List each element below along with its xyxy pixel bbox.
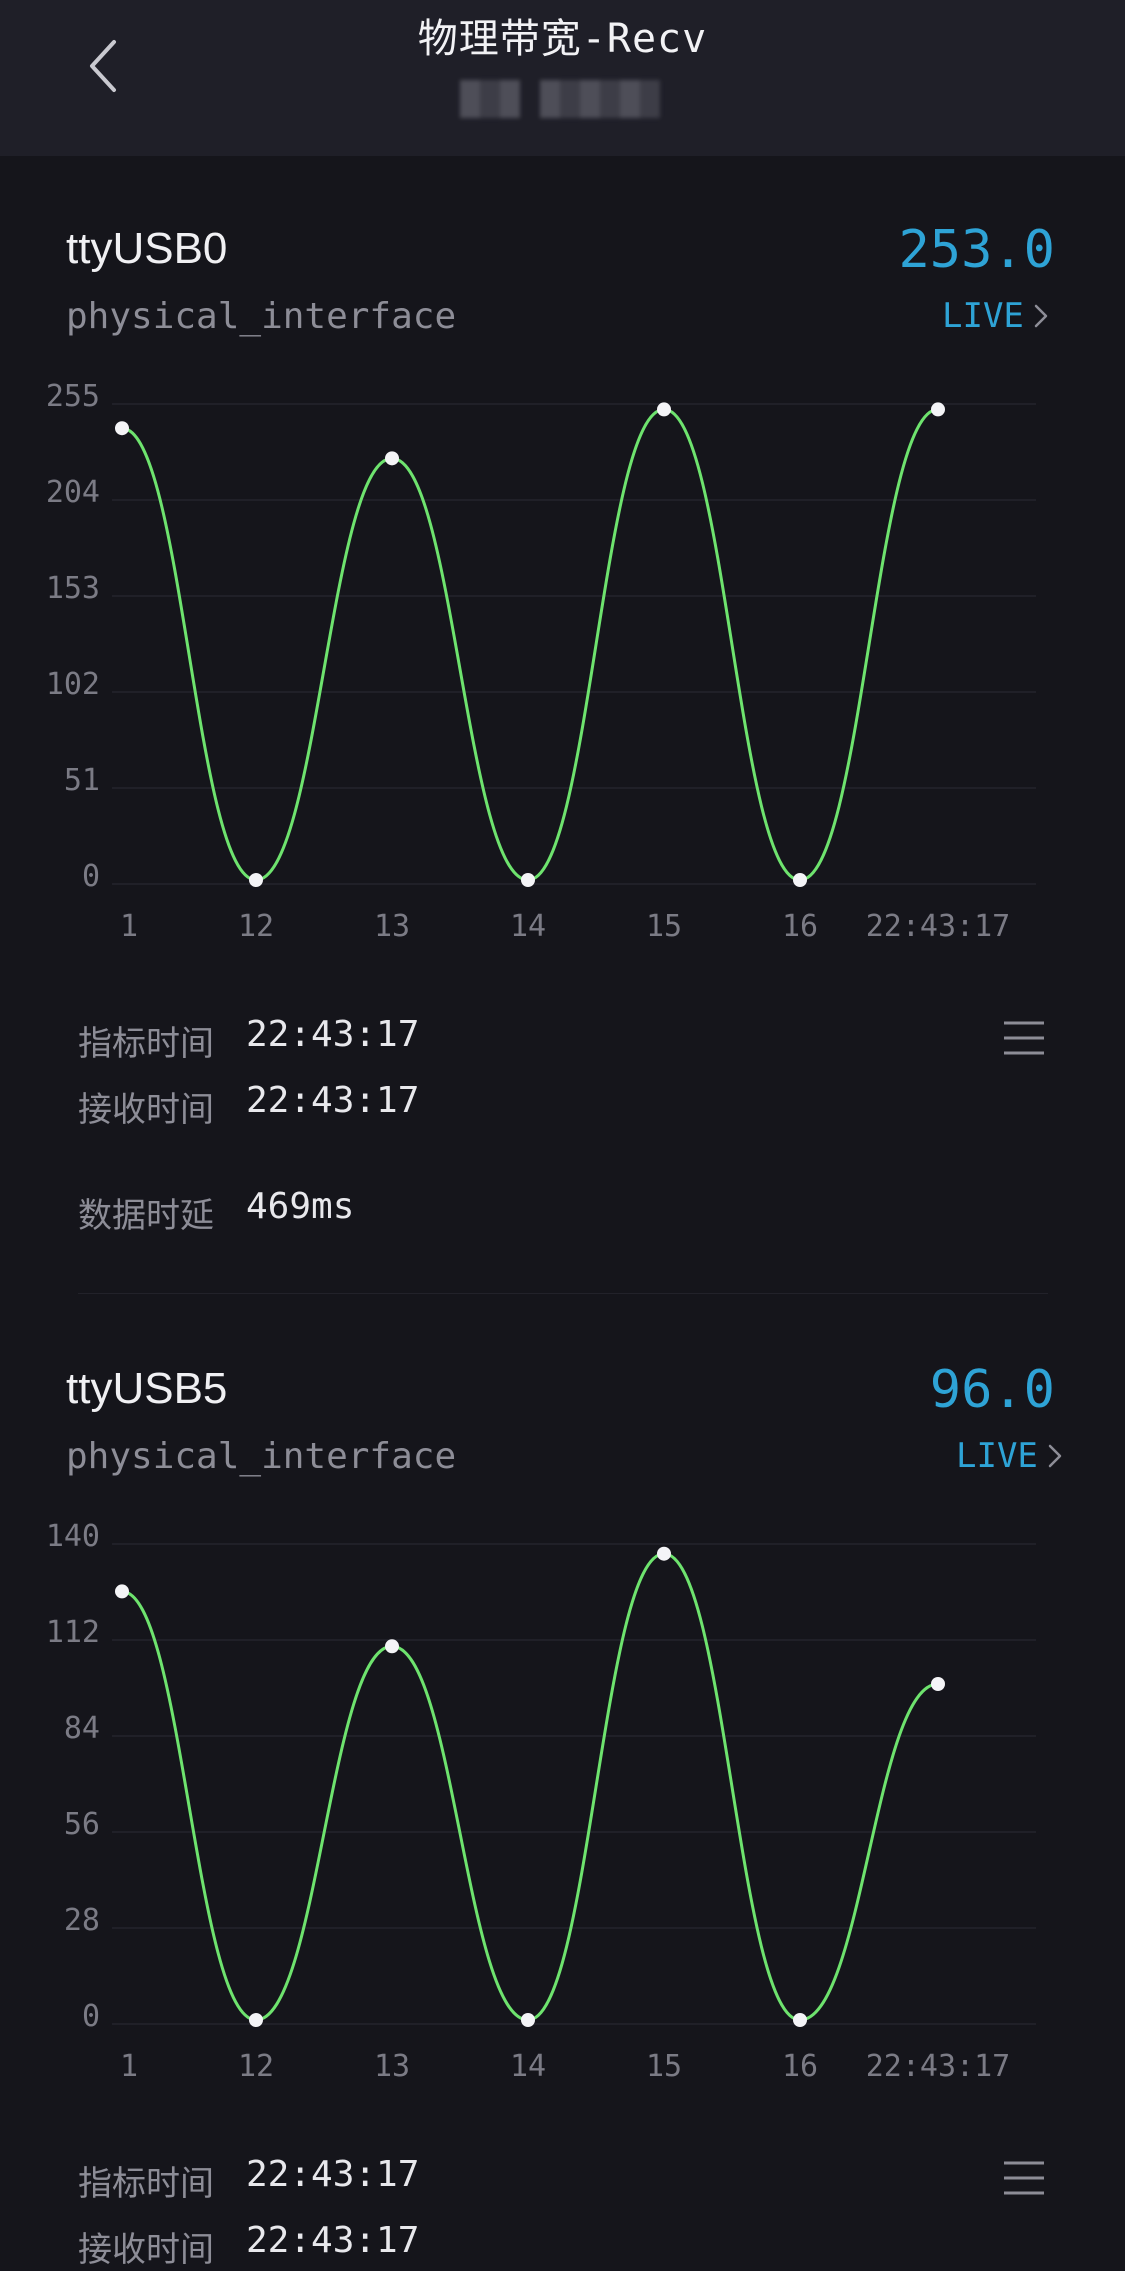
- y-tick-label: 84: [64, 1711, 100, 1746]
- data-point: [793, 873, 807, 887]
- series-line: [121, 407, 939, 882]
- current-value: 96.0: [929, 1360, 1055, 1420]
- live-link[interactable]: LIVE: [956, 1436, 1062, 1476]
- x-tick-label: 14: [510, 909, 546, 944]
- bandwidth-line-chart: 02856841121401 12 13 14 15 16 22:43:17: [46, 1519, 1036, 2084]
- metric-card: ttyUSB5 96.0 physical_interface LIVE 0 28…: [0, 1296, 1125, 2271]
- x-tick-label: 15: [646, 909, 682, 944]
- series-line: [121, 1552, 939, 2022]
- menu-icon[interactable]: [1002, 2160, 1046, 2196]
- live-link[interactable]: LIVE: [942, 296, 1048, 336]
- x-tick-label: 12: [238, 2049, 274, 2084]
- data-delay-value: 469ms: [246, 1186, 355, 1227]
- y-tick-label: 153: [46, 571, 100, 606]
- metric-time-label: 指标时间: [78, 2164, 214, 2204]
- x-tick-label: 22:43:17: [866, 909, 1011, 944]
- metric-time-value: 22:43:17: [246, 2154, 420, 2195]
- y-tick-label: 0: [82, 859, 100, 894]
- receive-time-value: 22:43:17: [246, 1080, 420, 1121]
- metric-time-value: 22:43:17: [246, 1014, 420, 1055]
- receive-time-label: 接收时间: [78, 1090, 214, 1130]
- x-tick-label: 16: [782, 2049, 818, 2084]
- y-tick-label: 0: [82, 1999, 100, 2034]
- receive-time-label: 接收时间: [78, 2230, 214, 2270]
- y-tick-label: 140: [46, 1519, 100, 1554]
- data-point: [521, 2013, 535, 2027]
- device-name: ttyUSB5: [66, 1364, 228, 1413]
- live-label: LIVE: [942, 296, 1024, 336]
- current-value: 253.0: [898, 220, 1055, 280]
- data-delay-label: 数据时延: [78, 1196, 214, 1236]
- redacted-subtitle: [540, 80, 660, 118]
- data-point: [657, 402, 671, 417]
- top-bar: 物理带宽-Recv: [0, 0, 1125, 156]
- data-point: [521, 873, 535, 887]
- data-point: [249, 2013, 263, 2027]
- divider: [78, 1293, 1048, 1294]
- data-point: [931, 1677, 945, 1691]
- data-point: [385, 1639, 399, 1654]
- interface-label: physical_interface: [66, 1436, 457, 1477]
- data-point: [931, 402, 945, 417]
- x-tick-label: 14: [510, 2049, 546, 2084]
- data-point: [115, 421, 129, 436]
- data-point: [385, 451, 399, 466]
- y-tick-label: 112: [46, 1615, 100, 1650]
- x-tick-label: 1: [120, 2049, 138, 2084]
- x-tick-label: 12: [238, 909, 274, 944]
- x-tick-label: 13: [374, 2049, 410, 2084]
- x-tick-label: 16: [782, 909, 818, 944]
- x-tick-label: 15: [646, 2049, 682, 2084]
- data-point: [793, 2013, 807, 2027]
- x-tick-label: 1: [120, 909, 138, 944]
- y-tick-label: 255: [46, 379, 100, 414]
- y-tick-label: 204: [46, 475, 100, 510]
- live-label: LIVE: [956, 1436, 1038, 1476]
- interface-label: physical_interface: [66, 296, 457, 337]
- x-tick-label: 22:43:17: [866, 2049, 1011, 2084]
- metric-card: ttyUSB0 253.0 physical_interface LIVE 0 5…: [0, 156, 1125, 1296]
- page-title: 物理带宽-Recv: [417, 16, 708, 62]
- receive-time-value: 22:43:17: [246, 2220, 420, 2261]
- data-point: [115, 1584, 129, 1599]
- chevron-right-icon: [1034, 304, 1048, 328]
- y-tick-label: 56: [64, 1807, 100, 1842]
- redacted-subtitle: [460, 80, 520, 118]
- y-tick-label: 28: [64, 1903, 100, 1938]
- data-point: [657, 1546, 671, 1561]
- metric-time-label: 指标时间: [78, 1024, 214, 1064]
- x-tick-label: 13: [374, 909, 410, 944]
- bandwidth-line-chart: 0 51 102 153 204 255 1 12 13 14 15 16 22:43:17: [46, 379, 1036, 944]
- menu-icon[interactable]: [1002, 1020, 1046, 1056]
- y-tick-label: 102: [46, 667, 100, 702]
- chevron-right-icon: [1048, 1444, 1062, 1468]
- data-point: [249, 873, 263, 887]
- device-name: ttyUSB0: [66, 224, 228, 273]
- y-tick-label: 51: [64, 763, 100, 798]
